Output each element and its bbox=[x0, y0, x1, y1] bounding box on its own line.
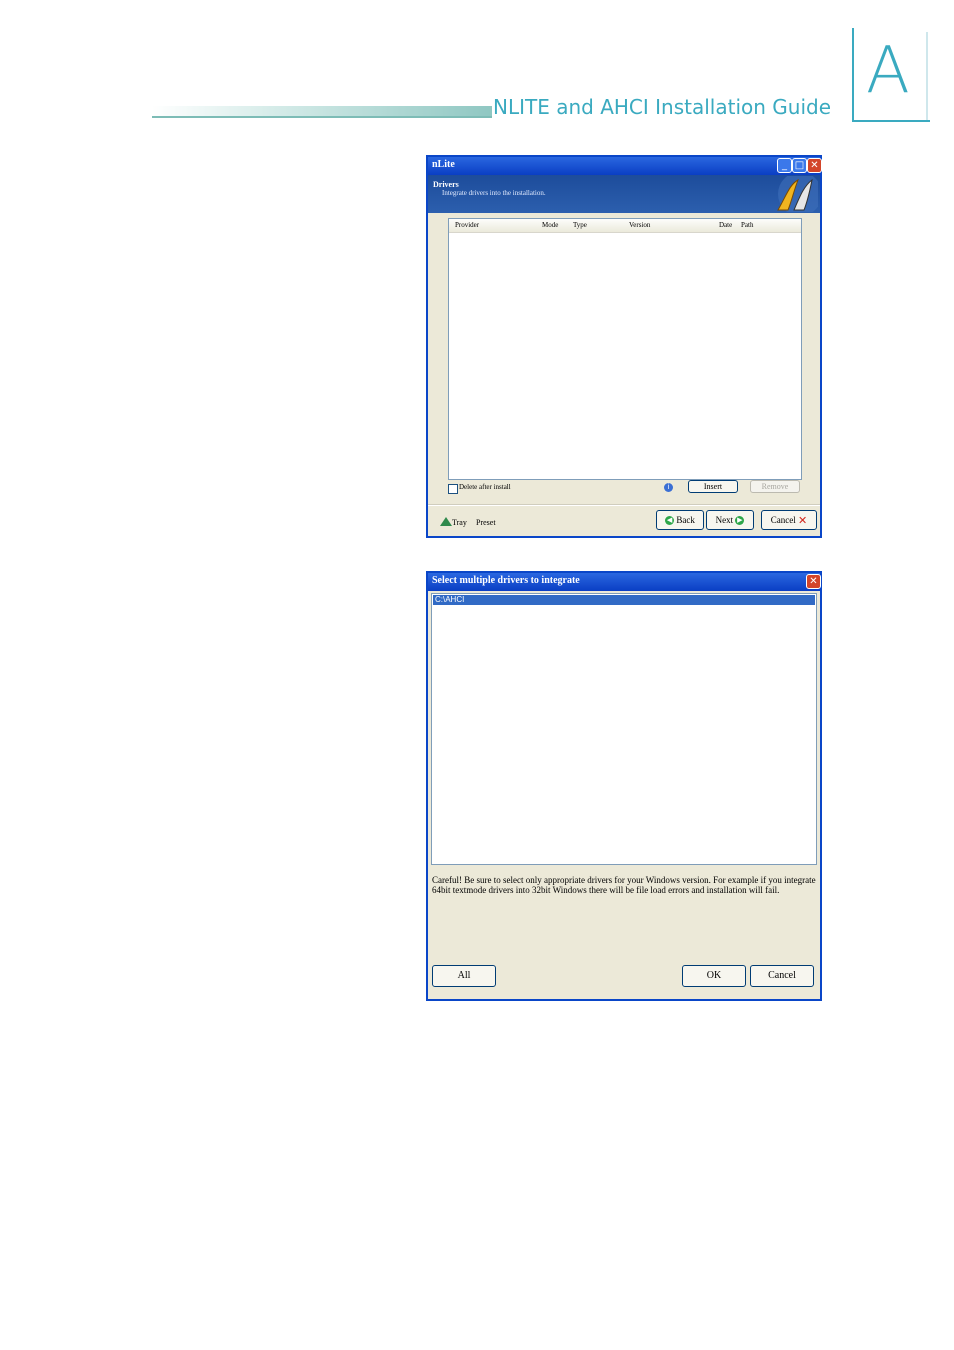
ok-button[interactable]: OK bbox=[682, 965, 746, 987]
column-date[interactable]: Date bbox=[719, 221, 732, 229]
minimize-icon[interactable]: _ bbox=[777, 158, 792, 173]
nlite-logo-icon bbox=[777, 176, 818, 212]
info-icon[interactable]: i bbox=[664, 483, 673, 492]
column-mode[interactable]: Mode bbox=[542, 221, 558, 229]
arrow-right-icon: ▶ bbox=[735, 516, 745, 526]
maximize-icon[interactable]: □ bbox=[792, 158, 807, 173]
footer-divider bbox=[428, 504, 820, 506]
delete-after-install-checkbox[interactable] bbox=[448, 484, 458, 494]
header-title: Drivers bbox=[433, 180, 459, 189]
all-button[interactable]: All bbox=[432, 965, 496, 987]
page-header: Drivers Integrate drivers into the insta… bbox=[428, 175, 820, 213]
cancel-button[interactable]: Cancel ✕ bbox=[761, 510, 817, 530]
nlite-window: nLite _ □ ✕ Drivers Integrate drivers in… bbox=[426, 155, 822, 538]
delete-after-install-label: Delete after install bbox=[459, 483, 511, 491]
close-icon[interactable]: ✕ bbox=[807, 158, 822, 173]
preset-label[interactable]: Preset bbox=[476, 518, 496, 527]
x-icon: ✕ bbox=[798, 513, 808, 527]
cancel-button[interactable]: Cancel bbox=[750, 965, 814, 987]
remove-button[interactable]: Remove bbox=[750, 480, 800, 493]
appendix-tab: A bbox=[852, 28, 930, 122]
appendix-tab-line bbox=[852, 28, 854, 122]
column-version[interactable]: Version bbox=[629, 221, 650, 229]
drivers-list[interactable]: C:\AHCI bbox=[431, 593, 817, 865]
dialog-title: Select multiple drivers to integrate bbox=[432, 575, 580, 586]
back-button[interactable]: ◀ Back bbox=[656, 510, 704, 530]
dialog-titlebar[interactable]: Select multiple drivers to integrate ✕ bbox=[428, 573, 821, 591]
select-drivers-dialog: Select multiple drivers to integrate ✕ C… bbox=[426, 571, 822, 1001]
tray-icon[interactable] bbox=[440, 517, 452, 526]
header-gradient-bar bbox=[152, 106, 492, 118]
arrow-left-icon: ◀ bbox=[665, 516, 675, 526]
header-subtitle: Integrate drivers into the installation. bbox=[442, 189, 546, 197]
column-type[interactable]: Type bbox=[573, 221, 587, 229]
window-titlebar[interactable]: nLite _ □ ✕ bbox=[428, 157, 822, 175]
window-title: nLite bbox=[432, 159, 455, 170]
cancel-button-label: Cancel bbox=[770, 515, 796, 525]
list-item[interactable]: C:\AHCI bbox=[433, 595, 815, 605]
drivers-table[interactable]: Provider Mode Type Version Date Path bbox=[448, 218, 802, 480]
tray-label[interactable]: Tray bbox=[452, 518, 467, 527]
column-provider[interactable]: Provider bbox=[455, 221, 479, 229]
next-button[interactable]: Next ▶ bbox=[706, 510, 754, 530]
warning-text: Careful! Be sure to select only appropri… bbox=[432, 875, 816, 895]
section-title: NLITE and AHCI Installation Guide bbox=[493, 95, 831, 119]
close-icon[interactable]: ✕ bbox=[806, 574, 821, 589]
appendix-letter: A bbox=[866, 34, 910, 108]
next-button-label: Next bbox=[715, 515, 734, 525]
back-button-label: Back bbox=[676, 515, 695, 525]
drivers-table-header: Provider Mode Type Version Date Path bbox=[449, 219, 801, 233]
appendix-tab-baseline bbox=[852, 120, 930, 122]
column-path[interactable]: Path bbox=[741, 221, 753, 229]
insert-button[interactable]: Insert bbox=[688, 480, 738, 493]
